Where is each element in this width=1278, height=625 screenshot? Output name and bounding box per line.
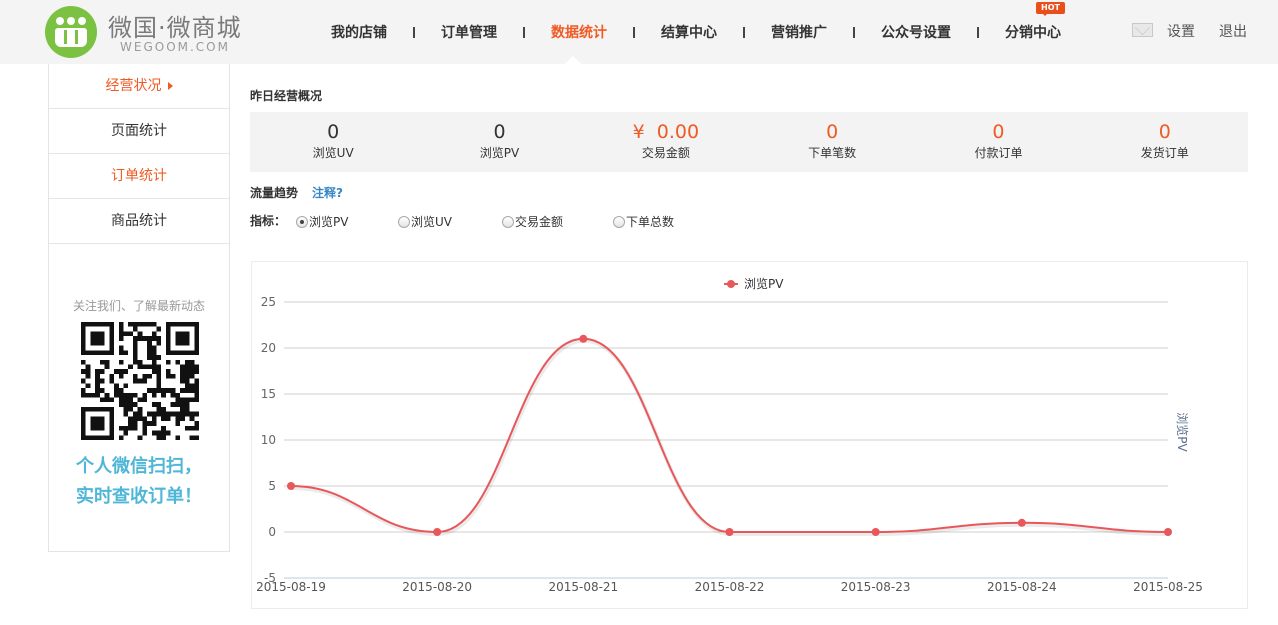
stat-value: 0 <box>493 121 506 143</box>
logo-icon[interactable] <box>45 6 97 58</box>
data-point <box>287 482 295 490</box>
radio-browse-uv[interactable]: 浏览UV <box>398 213 452 230</box>
nav-distribution-center[interactable]: 分销中心 HOT <box>979 2 1087 42</box>
stat-shipped-orders: 0 发货订单 <box>1082 112 1248 172</box>
overview-title: 昨日经营概况 <box>250 89 323 103</box>
x-tick-label: 2015-08-25 <box>1133 580 1203 594</box>
indicator-label: 指标： <box>250 214 287 228</box>
series-line <box>290 337 1169 534</box>
sidebar-item-label: 页面统计 <box>111 123 167 139</box>
stat-label: 付款订单 <box>974 146 1023 160</box>
stat-label: 浏览PV <box>479 146 520 160</box>
sidebar-item-label: 经营状况 <box>105 78 162 94</box>
x-tick-label: 2015-08-22 <box>695 580 765 594</box>
data-point <box>1164 528 1172 536</box>
x-tick-label: 2015-08-19 <box>256 580 326 594</box>
sidebar-item-product-statistics[interactable]: 商品统计 <box>49 199 229 244</box>
radio-label: 浏览PV <box>309 215 349 229</box>
main-nav: 我的店铺 订单管理 数据统计 结算中心 营销推广 公众号设置 分销中心 HOT <box>305 0 1087 64</box>
data-point <box>579 334 588 343</box>
stat-transaction-amount: ¥ 0.00 交易金额 <box>583 112 749 172</box>
qr-code-icon <box>81 322 199 440</box>
overview-stats: 0 浏览UV 0 浏览PV ¥ 0.00 交易金额 0 下单笔数 0 付款订单 … <box>250 112 1248 172</box>
stat-label: 交易金额 <box>641 146 690 160</box>
sidebar: 经营状况 页面统计 订单统计 商品统计 关注我们、了解最新动态 个人微信扫扫， … <box>48 64 230 552</box>
stat-value: 0 <box>1158 121 1171 143</box>
trend-chart: -5 0 5 10 15 20 25 2015-08-19 2015-08-20 2015-08-… <box>251 261 1248 609</box>
nav-data-statistics[interactable]: 数据统计 <box>525 22 633 42</box>
x-tick-label: 2015-08-21 <box>548 580 618 594</box>
sidebar-item-order-statistics[interactable]: 订单统计 <box>49 154 229 199</box>
nav-my-shop[interactable]: 我的店铺 <box>305 22 413 42</box>
x-tick-label: 2015-08-20 <box>402 580 472 594</box>
scan-text-line1: 个人微信扫扫， <box>76 456 202 477</box>
caret-right-icon <box>167 82 173 90</box>
follow-text: 关注我们、了解最新动态 <box>72 299 205 313</box>
y-tick-label: 0 <box>268 525 276 539</box>
stat-label: 下单笔数 <box>808 146 857 160</box>
stat-paid-orders: 0 付款订单 <box>915 112 1081 172</box>
y-tick-label: 25 <box>261 295 276 309</box>
radio-unchecked-icon[interactable] <box>398 215 410 228</box>
radio-label: 下单总数 <box>626 215 675 229</box>
brand-subtitle: WEGOOM.COM <box>120 40 230 54</box>
legend-marker <box>727 280 735 288</box>
sidebar-item-label: 订单统计 <box>111 168 167 184</box>
data-point <box>433 528 442 536</box>
y-tick-label: 5 <box>268 479 276 493</box>
y-tick-label: 10 <box>261 433 276 447</box>
stat-pv: 0 浏览PV <box>416 112 582 172</box>
settings-link[interactable]: 设置 <box>1167 21 1195 41</box>
x-tick-label: 2015-08-23 <box>841 580 911 594</box>
y-tick-label: 15 <box>261 387 276 401</box>
sidebar-item-business-status[interactable]: 经营状况 <box>49 64 229 109</box>
data-point <box>871 528 880 536</box>
radio-transaction-amount[interactable]: 交易金额 <box>502 213 563 230</box>
nav-distribution-label: 分销中心 <box>1005 25 1061 41</box>
stat-value: 0 <box>826 121 839 143</box>
nav-order-management[interactable]: 订单管理 <box>415 22 523 42</box>
nav-settlement-center[interactable]: 结算中心 <box>635 22 743 42</box>
radio-checked-icon[interactable] <box>296 215 308 228</box>
scan-text-line2: 实时查收订单！ <box>76 486 202 507</box>
note-link[interactable]: 注释? <box>312 184 343 201</box>
active-nav-caret <box>565 56 581 64</box>
radio-label: 浏览UV <box>411 215 452 229</box>
logout-link[interactable]: 退出 <box>1219 21 1247 41</box>
stat-label: 发货订单 <box>1140 146 1189 160</box>
stat-label: 浏览UV <box>312 146 354 160</box>
sidebar-item-page-statistics[interactable]: 页面统计 <box>49 109 229 154</box>
radio-unchecked-icon[interactable] <box>502 215 514 228</box>
radio-total-orders[interactable]: 下单总数 <box>613 213 674 230</box>
trend-chart-svg: -505101520252015-08-19 2015-08-20 2015-08-… <box>256 276 1203 594</box>
data-point <box>725 528 734 536</box>
radio-label: 交易金额 <box>515 215 564 229</box>
stat-value: 0 <box>327 121 340 143</box>
radio-browse-pv[interactable]: 浏览PV <box>296 213 348 230</box>
stat-value: ¥ 0.00 <box>632 121 700 143</box>
mail-icon[interactable] <box>1132 23 1153 37</box>
data-point <box>1017 518 1026 527</box>
top-header: 微国·微商城 WEGOOM.COM 我的店铺 订单管理 数据统计 结算中心 营销… <box>0 0 1278 64</box>
stat-orders-placed: 0 下单笔数 <box>749 112 915 172</box>
brand-title: 微国·微商城 <box>108 14 242 42</box>
y-axis-label: 浏览PV <box>1175 412 1190 452</box>
y-tick-label: 20 <box>261 341 276 355</box>
x-tick-label: 2015-08-24 <box>987 580 1057 594</box>
stat-value: 0 <box>992 121 1005 143</box>
hot-badge: HOT <box>1036 2 1065 16</box>
nav-marketing[interactable]: 营销推广 <box>745 22 853 42</box>
series-shadow <box>291 338 1170 537</box>
stat-uv: 0 浏览UV <box>250 112 416 172</box>
radio-unchecked-icon[interactable] <box>613 215 625 228</box>
sidebar-item-label: 商品统计 <box>111 213 167 229</box>
nav-official-account-settings[interactable]: 公众号设置 <box>855 22 977 42</box>
trend-title: 流量趋势 <box>250 186 299 200</box>
legend-label: 浏览PV <box>744 276 784 291</box>
